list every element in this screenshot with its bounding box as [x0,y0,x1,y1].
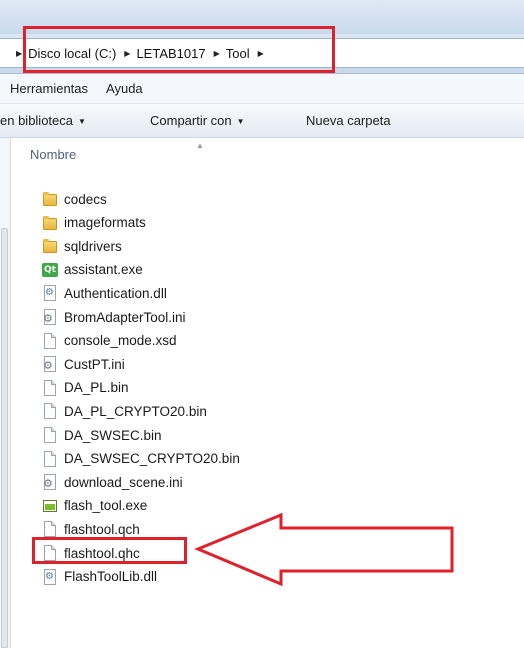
pointer-arrow-shape [194,512,454,587]
pointer-arrow [194,512,454,587]
